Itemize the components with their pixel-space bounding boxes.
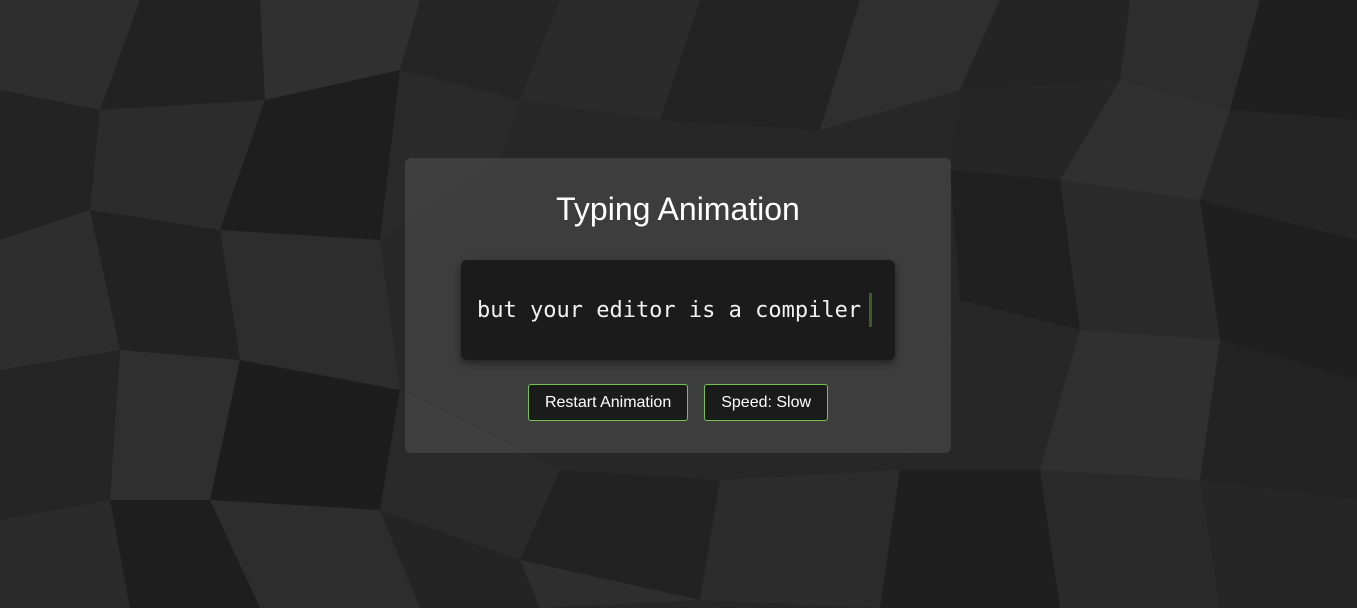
speed-toggle-button[interactable]: Speed: Slow [704,384,829,421]
control-buttons: Restart Animation Speed: Slow [405,384,951,421]
page-title: Typing Animation [556,191,800,227]
restart-animation-button[interactable]: Restart Animation [527,384,689,421]
typing-card: Typing Animation but your editor is a co… [405,158,951,453]
typing-display: but your editor is a compiler [461,260,895,360]
cursor-icon [869,293,873,327]
typed-text: but your editor is a compiler [477,297,862,323]
